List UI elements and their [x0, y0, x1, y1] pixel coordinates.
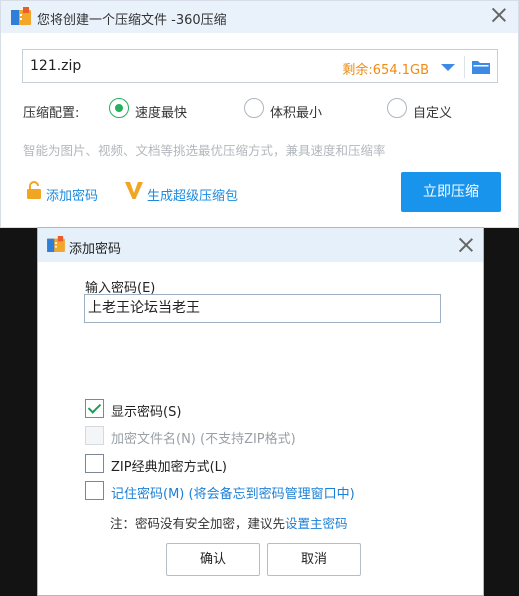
dropdown-arrow-icon[interactable] — [441, 64, 455, 71]
close-icon[interactable] — [459, 238, 473, 252]
output-path-field[interactable]: 121.zip 剩余:654.1GB — [22, 49, 498, 83]
window-title: 您将创建一个压缩文件 -360压缩 — [37, 13, 227, 28]
security-note: 注：密码没有安全加密，建议先设置主密码 — [110, 513, 348, 532]
compress-config-label: 压缩配置: — [23, 106, 80, 121]
add-password-dialog: 添加密码 输入密码(E) 上老王论坛当老王 显示密码(S) 加密文件名(N) (… — [37, 227, 484, 596]
compress-window: 您将创建一个压缩文件 -360压缩 121.zip 剩余:654.1GB 压缩配… — [0, 0, 519, 228]
radio-label-fastest[interactable]: 速度最快 — [135, 102, 187, 121]
radio-custom[interactable] — [387, 98, 407, 118]
compress-window-titlebar: 您将创建一个压缩文件 -360压缩 — [1, 1, 518, 33]
security-note-text: 注：密码没有安全加密，建议先 — [110, 516, 286, 531]
archive-app-icon — [11, 7, 31, 25]
add-password-link[interactable]: 添加密码 — [46, 185, 98, 204]
zip-classic-encryption-checkbox[interactable] — [85, 454, 104, 473]
set-master-password-link[interactable]: 设置主密码 — [285, 516, 348, 531]
radio-smallest[interactable] — [244, 98, 264, 118]
folder-icon[interactable] — [472, 59, 490, 74]
cancel-button[interactable]: 取消 — [267, 543, 361, 576]
zip-classic-encryption-label[interactable]: ZIP经典加密方式(L) — [111, 456, 227, 475]
close-icon[interactable] — [492, 8, 506, 22]
radio-label-smallest[interactable]: 体积最小 — [270, 102, 322, 121]
super-package-link[interactable]: 生成超级压缩包 — [147, 185, 238, 204]
lock-icon — [27, 181, 41, 199]
archive-app-icon — [47, 236, 65, 252]
path-divider — [464, 56, 465, 78]
file-name[interactable]: 121.zip — [30, 58, 81, 74]
show-password-checkbox[interactable] — [85, 399, 104, 418]
dialog-title: 添加密码 — [69, 242, 122, 257]
show-password-label[interactable]: 显示密码(S) — [111, 401, 181, 420]
confirm-button[interactable]: 确认 — [166, 543, 260, 576]
remember-password-checkbox[interactable] — [85, 481, 104, 500]
encrypt-filenames-checkbox — [85, 426, 104, 445]
compress-hint: 智能为图片、视频、文档等挑选最优压缩方式，兼具速度和压缩率 — [23, 143, 386, 158]
encrypt-filenames-label: 加密文件名(N) (不支持ZIP格式) — [111, 432, 296, 447]
compress-now-button[interactable]: 立即压缩 — [401, 172, 501, 212]
radio-fastest[interactable] — [109, 98, 129, 118]
free-space-label: 剩余:654.1GB — [342, 63, 429, 78]
radio-label-custom[interactable]: 自定义 — [413, 102, 452, 121]
add-password-titlebar: 添加密码 — [38, 228, 483, 262]
remember-password-label[interactable]: 记住密码(M) (将会备忘到密码管理窗口中) — [111, 483, 355, 502]
super-package-v-icon — [125, 182, 143, 199]
password-input[interactable]: 上老王论坛当老王 — [84, 294, 441, 323]
